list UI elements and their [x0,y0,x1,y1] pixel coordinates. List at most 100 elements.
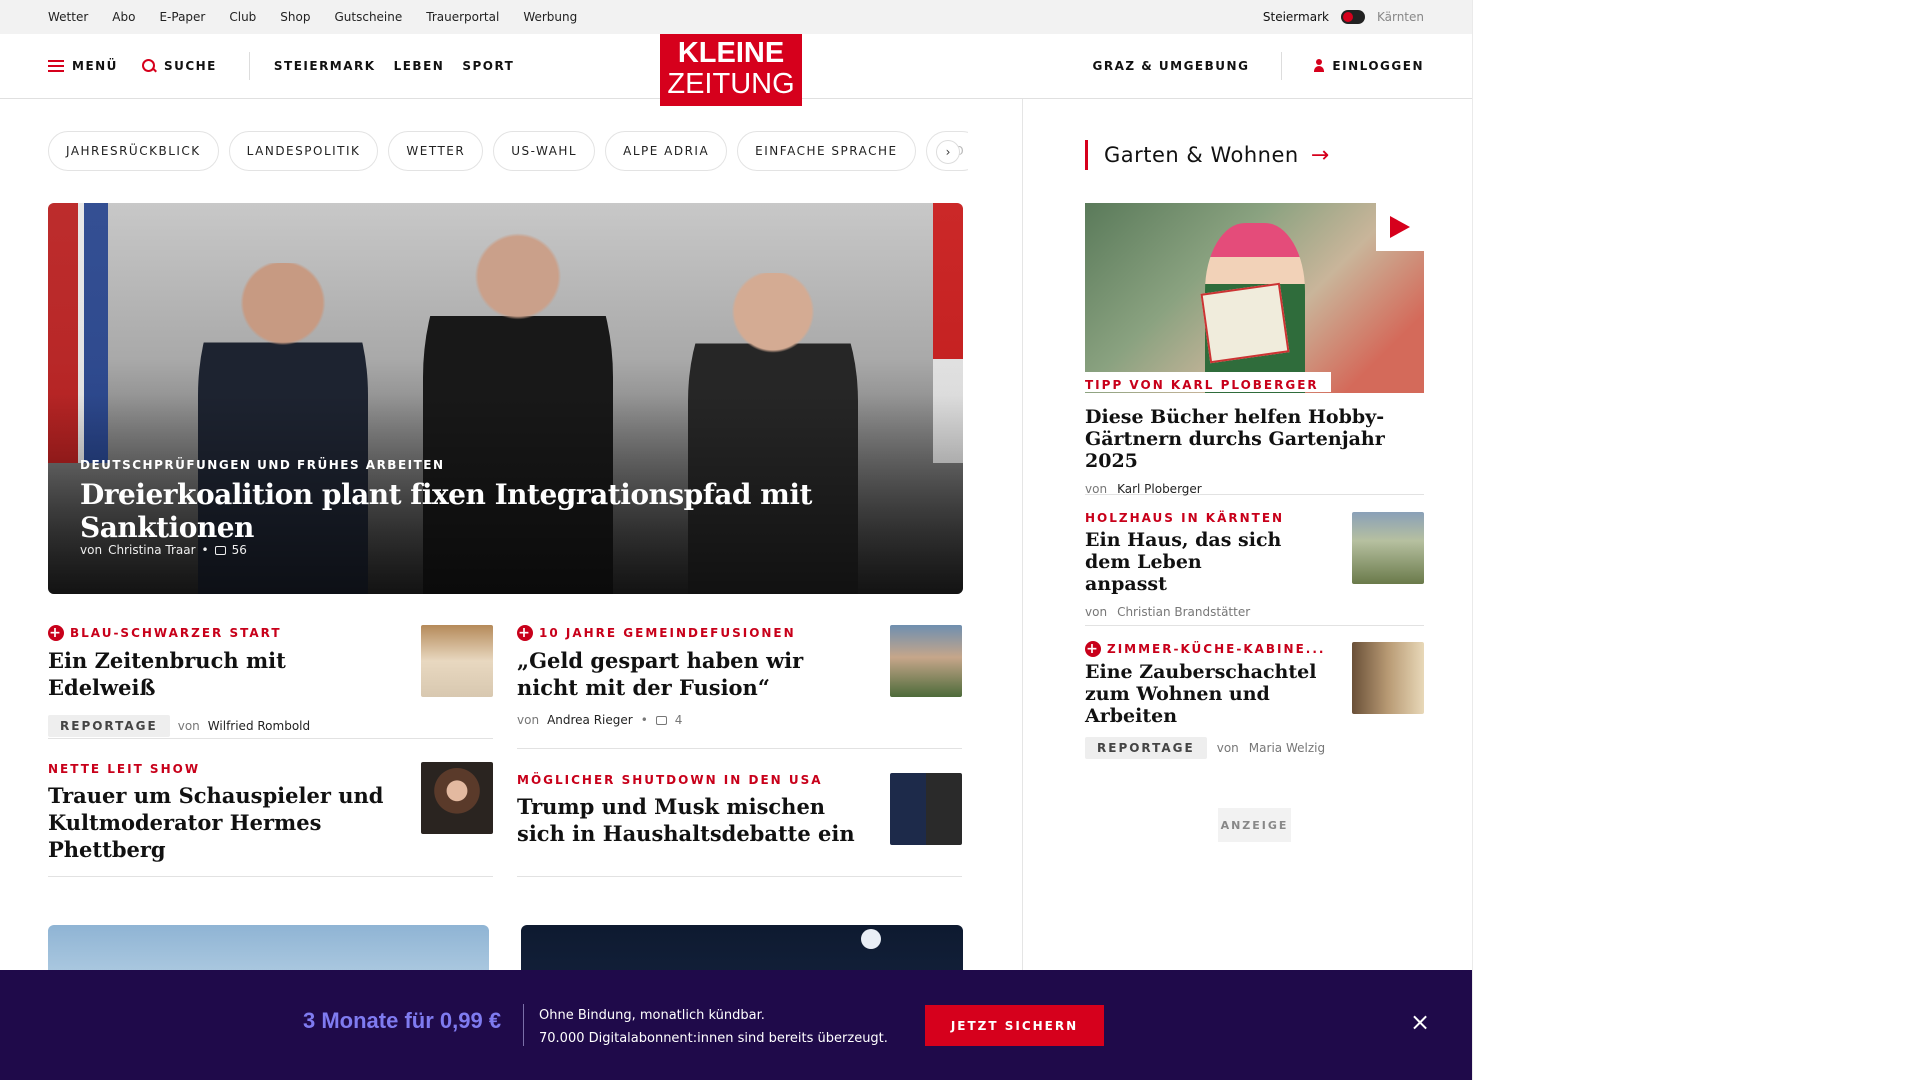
teaser-thumbnail[interactable] [421,762,493,834]
hero-title[interactable]: Dreierkoalition plant fixen Integrations… [80,478,963,544]
teaser-thumbnail[interactable] [890,773,962,845]
sidebar-feature-title[interactable]: Diese Bücher helfen Hobby-Gärtnern durch… [1085,406,1424,472]
teaser-kicker-text: BLAU-SCHWARZER START [70,626,282,640]
teaser-meta: von Andrea Rieger • 4 [517,713,962,727]
menu-button[interactable]: MENÜ [48,59,118,73]
comment-icon [655,715,667,725]
teaser-kicker-text: 10 JAHRE GEMEINDEFUSIONEN [539,626,796,640]
article-teaser[interactable]: MÖGLICHER SHUTDOWN IN DEN USA Trump und … [517,773,962,877]
chevron-right-icon[interactable]: › [936,140,960,164]
hero-article[interactable]: DEUTSCHPRÜFUNGEN UND FRÜHES ARBEITEN Dre… [48,203,963,594]
topic-pill[interactable]: JAHRESRÜCKBLICK [48,131,219,171]
sidebar-heading-text: Garten & Wohnen [1104,143,1299,167]
hero-author[interactable]: Christina Traar [108,543,195,557]
search-button[interactable]: SUCHE [141,52,250,80]
teaser-title[interactable]: „Geld gespart haben wir nicht mit der Fu… [517,647,862,701]
banner-line-1: Ohne Bindung, monatlich kündbar. [539,1008,765,1023]
utility-link-abo[interactable]: Abo [112,10,135,24]
teaser-comment-count[interactable]: 4 [675,713,683,727]
arrow-right-icon: → [1310,142,1330,168]
topic-pill[interactable]: WETTER [388,131,484,171]
article-teaser[interactable]: + 10 JAHRE GEMEINDEFUSIONEN „Geld gespar… [517,625,962,749]
utility-link-shop[interactable]: Shop [280,10,310,24]
nav-leben[interactable]: LEBEN [394,59,445,73]
article-tag: REPORTAGE [1085,737,1207,759]
region-link[interactable]: GRAZ & UMGEBUNG [1093,52,1283,80]
sidebar-article-author[interactable]: Christian Brandstätter [1117,605,1250,619]
sidebar-article-thumbnail[interactable] [1352,642,1424,714]
subscribe-button[interactable]: JETZT SICHERN [925,1005,1104,1046]
article-teaser[interactable]: NETTE LEIT SHOW Trauer um Schauspieler u… [48,762,493,877]
column-divider [1022,99,1023,999]
teaser-kicker-text: NETTE LEIT SHOW [48,762,201,776]
teaser-kicker-text: MÖGLICHER SHUTDOWN IN DEN USA [517,773,823,787]
utility-link-club[interactable]: Club [229,10,256,24]
header-right: GRAZ & UMGEBUNG EINLOGGEN [1093,34,1425,98]
logo-line-2: ZEITUNG [667,68,795,100]
region-toggle[interactable] [1340,10,1365,24]
banner-description: Ohne Bindung, monatlich kündbar. 70.000 … [539,1004,888,1050]
plus-icon: + [48,625,64,641]
page: Wetter Abo E-Paper Club Shop Gutscheine … [0,0,1472,1080]
article-teaser[interactable]: + BLAU-SCHWARZER START Ein Zeitenbruch m… [48,625,493,739]
logo-line-1: KLEINE [677,37,785,69]
user-icon [1314,59,1325,73]
topic-pill[interactable]: EINFACHE SPRACHE [737,131,916,171]
byline-prefix: von [1216,741,1239,755]
teaser-meta: REPORTAGE von Wilfried Rombold [48,715,493,737]
sidebar-article-meta: REPORTAGE von Maria Welzig [1085,737,1424,759]
region-kaernten[interactable]: Kärnten [1377,10,1424,24]
empty-gutter [1472,0,1920,1080]
teaser-author[interactable]: Wilfried Rombold [208,719,310,733]
topic-pill[interactable]: US-WAHL [493,131,596,171]
sidebar-article-title[interactable]: Ein Haus, das sich dem Leben anpasst [1085,529,1285,595]
byline-prefix: von [1085,605,1108,619]
meta-separator: • [640,713,648,727]
nav-steiermark[interactable]: STEIERMARK [274,59,376,73]
byline-prefix: von [80,543,103,557]
search-icon [141,59,156,73]
topic-pill[interactable]: LANDESPOLITIK [228,131,379,171]
teaser-thumbnail[interactable] [421,625,493,697]
utility-link-werbung[interactable]: Werbung [523,10,577,24]
topic-pill[interactable]: ALPE ADRIA [605,131,728,171]
sidebar-article-kicker-text: HOLZHAUS IN KÄRNTEN [1085,511,1285,525]
teaser-title[interactable]: Trump und Musk mischen sich in Haushalts… [517,793,862,847]
utility-link-trauerportal[interactable]: Trauerportal [426,10,499,24]
search-label: SUCHE [163,59,217,73]
utility-bar: Wetter Abo E-Paper Club Shop Gutscheine … [0,0,1472,34]
menu-label: MENÜ [72,59,118,73]
sidebar-article-thumbnail[interactable] [1352,512,1424,584]
teaser-thumbnail[interactable] [890,625,962,697]
site-logo[interactable]: KLEINE ZEITUNG [660,34,802,106]
video-play-button[interactable] [1376,203,1424,251]
sidebar-heading[interactable]: Garten & Wohnen → [1085,140,1330,170]
teaser-title[interactable]: Trauer um Schauspieler und Kultmoderator… [48,782,418,863]
close-icon[interactable]: × [1408,1010,1432,1034]
plus-icon: + [1085,641,1101,657]
sidebar-article[interactable]: HOLZHAUS IN KÄRNTEN Ein Haus, das sich d… [1085,511,1424,626]
sidebar-article[interactable]: + ZIMMER-KÜCHE-KABINE... Eine Zauberscha… [1085,641,1424,759]
hero-kicker: DEUTSCHPRÜFUNGEN UND FRÜHES ARBEITEN [80,458,445,472]
sidebar-feature-image[interactable] [1085,203,1424,393]
sidebar-feature-author[interactable]: Karl Ploberger [1117,482,1202,496]
hero-comment-count[interactable]: 56 [232,543,247,557]
login-button[interactable]: EINLOGGEN [1314,59,1424,73]
sidebar-article-author[interactable]: Maria Welzig [1249,741,1325,755]
ad-label: ANZEIGE [1218,808,1291,842]
login-label: EINLOGGEN [1332,59,1424,73]
sidebar-article-title[interactable]: Eine Zauberschachtel zum Wohnen und Arbe… [1085,661,1335,727]
topic-pills: JAHRESRÜCKBLICK LANDESPOLITIK WETTER US-… [48,131,968,171]
utility-link-epaper[interactable]: E-Paper [159,10,205,24]
nav-sport[interactable]: SPORT [462,59,514,73]
sidebar-article-meta: von Christian Brandstätter [1085,605,1424,619]
sidebar-feature[interactable]: Diese Bücher helfen Hobby-Gärtnern durch… [1085,402,1424,496]
teaser-author[interactable]: Andrea Rieger [547,713,633,727]
teaser-title[interactable]: Ein Zeitenbruch mit Edelweiß [48,647,393,701]
utility-link-gutscheine[interactable]: Gutscheine [334,10,402,24]
main-header: MENÜ SUCHE STEIERMARK LEBEN SPORT KLEINE… [0,34,1472,106]
region-steiermark[interactable]: Steiermark [1263,10,1329,24]
banner-line-2: 70.000 Digitalabonnent:innen sind bereit… [539,1031,888,1046]
byline-prefix: von [517,713,540,727]
utility-link-wetter[interactable]: Wetter [48,10,88,24]
